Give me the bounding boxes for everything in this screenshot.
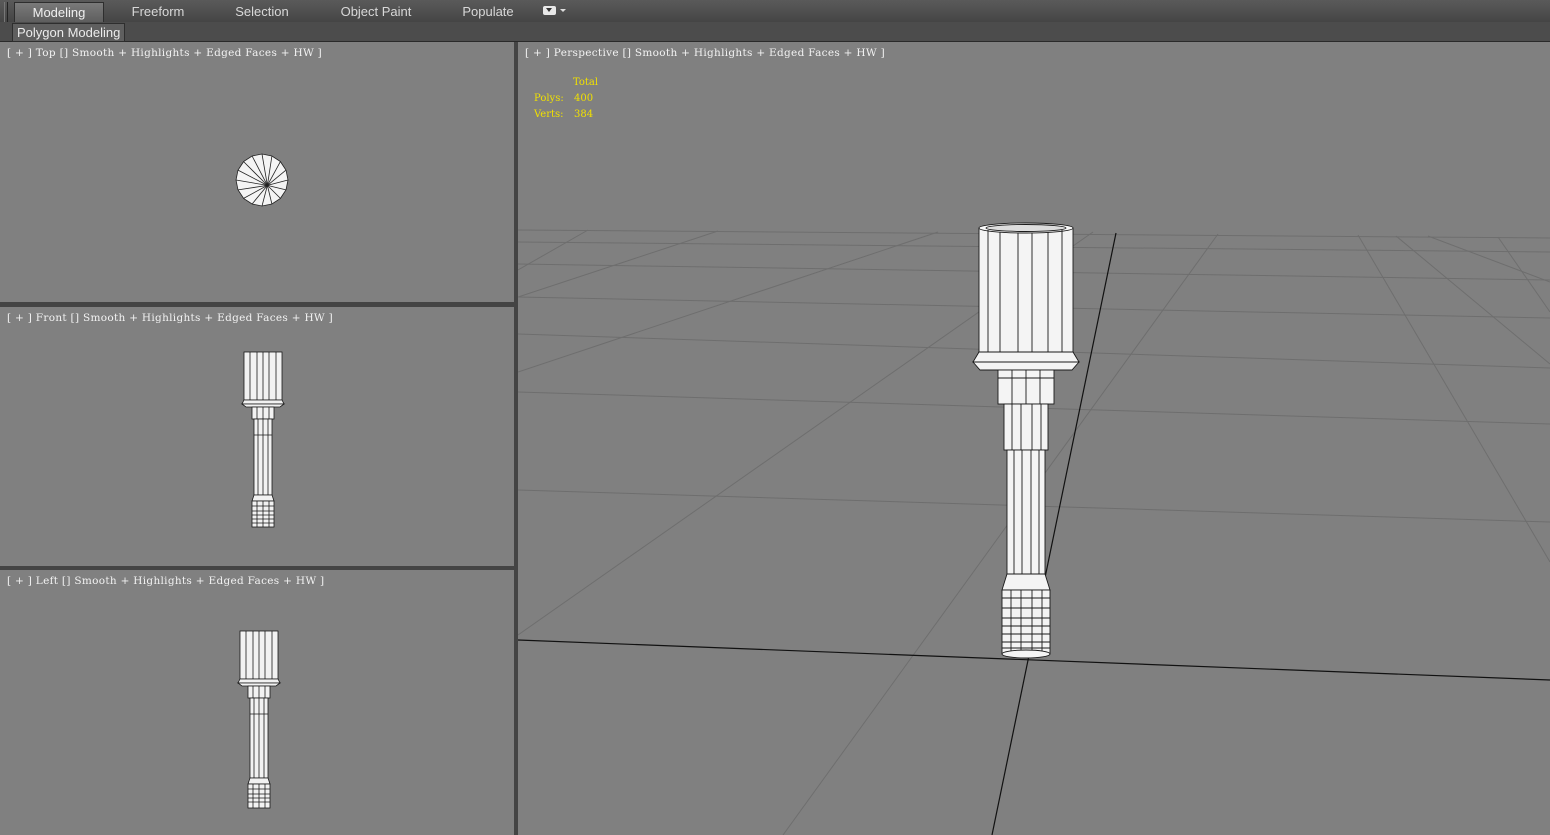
front-view-object [240,351,286,528]
left-view-object [236,630,282,809]
top-view-object [235,153,289,207]
perspective-view-object [972,222,1080,659]
viewport-perspective[interactable]: [ + ] Perspective [] Smooth + Highlights… [518,42,1550,835]
polygon-modeling-panel-button[interactable]: Polygon Modeling [12,23,126,42]
viewport-top[interactable]: [ + ] Top [] Smooth + Highlights + Edged… [0,42,514,302]
tab-modeling[interactable]: Modeling [14,2,104,22]
stats-polys-label: Polys: [534,93,564,104]
viewport-perspective-label[interactable]: [ + ] Perspective [] Smooth + Highlights… [525,47,885,59]
stats-verts-label: Verts: [534,109,564,120]
tab-object-paint[interactable]: Object Paint [330,2,422,21]
tab-populate[interactable]: Populate [452,2,524,21]
stats-verts-value: 384 [574,109,594,120]
viewport-left[interactable]: [ + ] Left [] Smooth + Highlights + Edge… [0,570,514,835]
stats-header: Total [573,77,599,88]
tab-selection[interactable]: Selection [224,2,300,21]
panel-dropdown-icon[interactable] [543,5,567,17]
tab-freeform[interactable]: Freeform [118,2,198,21]
stats-polys-value: 400 [574,93,594,104]
ribbon-sub-bar: Polygon Modeling [0,22,1550,42]
ribbon-tab-bar: Modeling Freeform Selection Object Paint… [0,0,1550,23]
viewport-front[interactable]: [ + ] Front [] Smooth + Highlights + Edg… [0,307,514,566]
